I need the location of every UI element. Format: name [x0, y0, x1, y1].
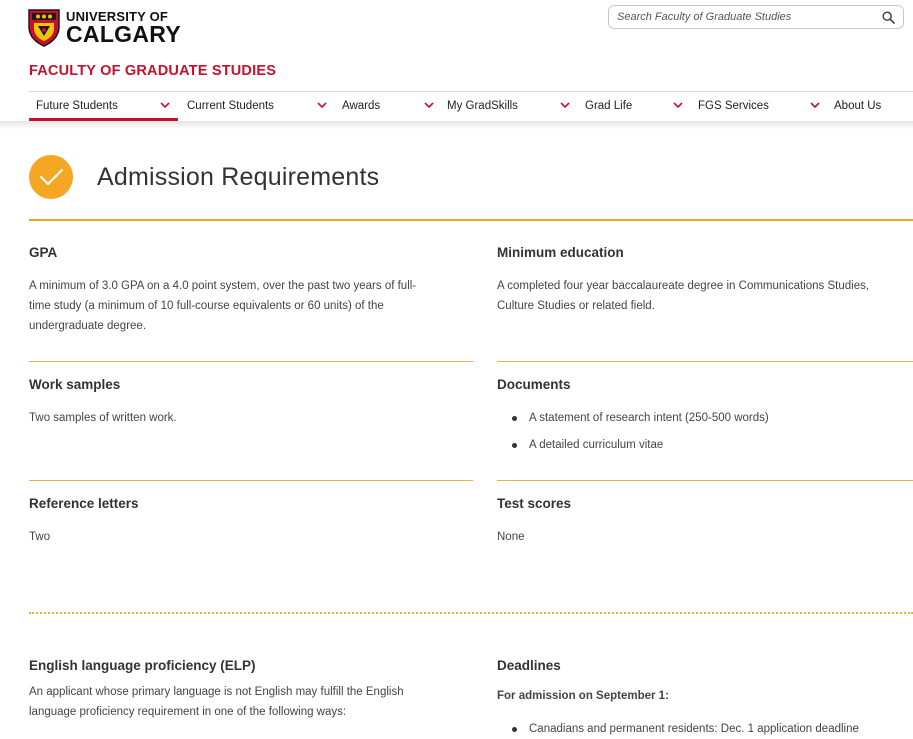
chevron-down-icon [560, 102, 570, 109]
nav-label: FGS Services [698, 100, 769, 112]
nav-label: Future Students [36, 100, 118, 112]
nav-item-grad-life[interactable]: Grad Life [577, 92, 687, 120]
search-icon[interactable] [882, 11, 895, 24]
nav-label: Grad Life [585, 100, 633, 112]
section-heading: Test scores [497, 496, 572, 511]
section-heading: English language proficiency (ELP) [29, 658, 256, 673]
chevron-down-icon [810, 102, 820, 109]
nav-item-fgs-services[interactable]: FGS Services [690, 92, 820, 120]
gpa-description: A minimum of 3.0 GPA on a 4.0 point syst… [29, 276, 473, 336]
documents-list: A statement of research intent (250-500 … [497, 408, 913, 455]
section-heading: Work samples [29, 377, 121, 392]
nav-item-my-gradskills[interactable]: My GradSkills [439, 92, 574, 120]
nav-item-future-students[interactable]: Future Students [29, 92, 178, 121]
education-description: A completed four year baccalaureate degr… [497, 276, 913, 316]
search-input[interactable] [617, 9, 872, 25]
documents-section: Documents A statement of research intent… [497, 377, 913, 455]
nav-item-about-us[interactable]: About Us [826, 92, 913, 120]
test-scores-value: None [497, 531, 525, 543]
section-divider [29, 361, 473, 362]
faculty-title[interactable]: FACULTY OF GRADUATE STUDIES [29, 63, 276, 79]
text-line: time study (a minimum of 10 full-course … [29, 300, 384, 312]
text-line: A completed four year baccalaureate degr… [497, 280, 870, 292]
university-crest-icon [28, 9, 60, 47]
elp-section: English language proficiency (ELP) An ap… [29, 658, 473, 722]
deadlines-section: Deadlines For admission on September 1: … [497, 658, 913, 739]
text-line: undergraduate degree. [29, 320, 147, 332]
chevron-down-icon [673, 102, 683, 109]
title-divider [29, 219, 913, 221]
reference-letters-section: Reference letters Two [29, 496, 473, 547]
work-samples-section: Work samples Two samples of written work… [29, 377, 473, 428]
deadlines-list: Canadians and permanent residents: Dec. … [497, 719, 913, 739]
section-heading: GPA [29, 245, 58, 260]
work-samples-description: Two samples of written work. [29, 412, 177, 424]
section-heading: Minimum education [497, 245, 624, 260]
gpa-section: GPA A minimum of 3.0 GPA on a 4.0 point … [29, 245, 473, 336]
section-dotted-divider [29, 612, 913, 614]
main-navigation: Future Students Current Students Awards … [29, 91, 913, 121]
nav-item-awards[interactable]: Awards [334, 92, 434, 120]
site-header: UNIVERSITY OF CALGARY FACULTY OF GRADUAT… [0, 0, 913, 122]
nav-label: My GradSkills [447, 100, 518, 112]
nav-label: Current Students [187, 100, 274, 112]
chevron-down-icon [317, 102, 327, 109]
text-line: Culture Studies or related field. [497, 300, 655, 312]
text-line: An applicant whose primary language is n… [29, 686, 404, 698]
list-item: Canadians and permanent residents: Dec. … [497, 719, 913, 739]
chevron-down-icon [160, 102, 170, 109]
chevron-down-icon [424, 102, 434, 109]
page-title-row: Admission Requirements [29, 155, 913, 199]
nav-item-current-students[interactable]: Current Students [178, 92, 328, 120]
section-heading: Deadlines [497, 658, 561, 673]
deadlines-subheading: For admission on September 1: [497, 690, 669, 702]
elp-description: An applicant whose primary language is n… [29, 682, 473, 722]
search-box [608, 5, 904, 29]
minimum-education-section: Minimum education A completed four year … [497, 245, 913, 316]
header-shadow [0, 121, 913, 129]
checkmark-icon [29, 155, 73, 199]
page-title: Admission Requirements [97, 163, 380, 191]
nav-label: Awards [342, 100, 381, 112]
university-name-bottom: CALGARY [66, 21, 181, 47]
nav-label: About Us [834, 100, 882, 112]
reference-letters-value: Two [29, 531, 51, 543]
section-divider [29, 480, 473, 481]
section-divider [497, 480, 913, 481]
test-scores-section: Test scores None [497, 496, 913, 547]
university-logo[interactable]: UNIVERSITY OF CALGARY [28, 9, 181, 47]
text-line: A minimum of 3.0 GPA on a 4.0 point syst… [29, 280, 417, 292]
text-line: language proficiency requirement in one … [29, 706, 347, 718]
section-divider [497, 361, 913, 362]
list-item: A statement of research intent (250-500 … [497, 408, 913, 428]
list-item: A detailed curriculum vitae [497, 435, 913, 455]
section-heading: Documents [497, 377, 571, 392]
section-heading: Reference letters [29, 496, 139, 511]
